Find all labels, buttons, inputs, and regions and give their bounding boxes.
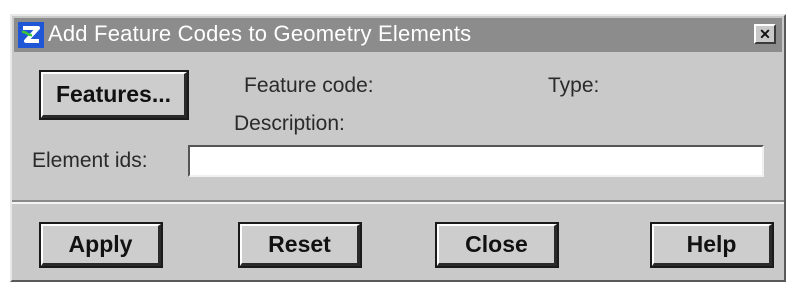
features-button[interactable]: Features... xyxy=(39,70,189,120)
element-ids-label: Element ids: xyxy=(32,149,148,172)
close-window-button[interactable]: ✕ xyxy=(754,24,776,44)
type-label: Type: xyxy=(548,74,600,97)
description-label: Description: xyxy=(234,112,345,135)
help-button[interactable]: Help xyxy=(650,222,774,268)
element-ids-field[interactable] xyxy=(188,145,764,177)
feature-code-label: Feature code: xyxy=(244,74,374,97)
divider xyxy=(12,200,784,204)
close-button[interactable]: Close xyxy=(435,222,559,268)
dialog-window: Add Feature Codes to Geometry Elements ✕… xyxy=(10,14,786,282)
reset-button[interactable]: Reset xyxy=(238,222,362,268)
title-bar[interactable]: Add Feature Codes to Geometry Elements ✕ xyxy=(14,18,782,52)
close-icon: ✕ xyxy=(759,26,771,42)
window-title: Add Feature Codes to Geometry Elements xyxy=(48,21,472,46)
app-logo-icon xyxy=(18,22,44,48)
apply-button[interactable]: Apply xyxy=(39,222,163,268)
